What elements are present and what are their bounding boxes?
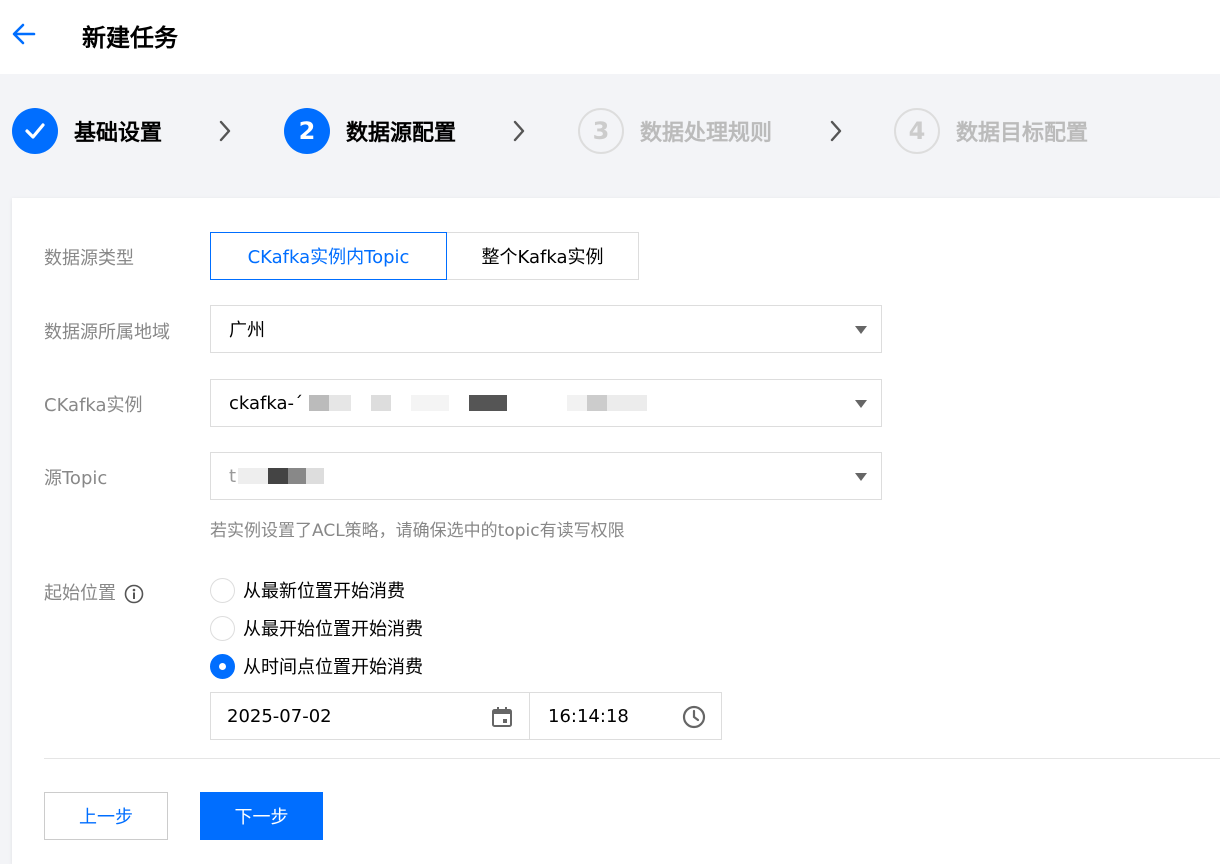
source-type-option-instance[interactable]: 整个Kafka实例 (447, 232, 639, 280)
source-type-label: 数据源类型 (44, 248, 134, 269)
info-icon[interactable] (124, 584, 144, 604)
calendar-icon (492, 707, 512, 727)
step-number: 4 (894, 108, 940, 154)
date-value: 2025-07-02 (227, 705, 332, 727)
source-type-segmented: CKafka实例内Topic 整个Kafka实例 (210, 232, 639, 280)
instance-select[interactable]: ckafka-´ (210, 379, 882, 427)
radio-latest[interactable]: 从最新位置开始消费 (210, 577, 405, 603)
instance-label: CKafka实例 (44, 395, 143, 416)
topic-value: t (229, 465, 237, 487)
chevron-right-icon (513, 120, 525, 142)
next-step-button[interactable]: 下一步 (200, 792, 323, 840)
step-processing-rules: 3 数据处理规则 (578, 108, 772, 154)
caret-down-icon (855, 400, 867, 408)
source-type-option-topic[interactable]: CKafka实例内Topic (210, 232, 447, 280)
redacted-text (238, 468, 325, 484)
page-header: 新建任务 (0, 0, 1220, 74)
radio-timestamp[interactable]: 从时间点位置开始消费 (210, 653, 423, 679)
radio-earliest[interactable]: 从最开始位置开始消费 (210, 615, 423, 641)
time-picker[interactable]: 16:14:18 (529, 692, 722, 740)
clock-icon (682, 705, 706, 729)
form-card: 数据源类型 CKafka实例内Topic 整个Kafka实例 数据源所属地域 广… (12, 198, 1220, 864)
step-label: 数据目标配置 (956, 121, 1089, 146)
radio-button[interactable] (210, 577, 235, 603)
step-label: 数据处理规则 (640, 121, 773, 146)
topic-select[interactable]: t (210, 452, 882, 500)
step-label: 基础设置 (74, 121, 163, 146)
redacted-text (309, 395, 648, 411)
chevron-right-icon (219, 120, 231, 142)
check-icon (12, 108, 58, 154)
step-number: 2 (284, 108, 330, 154)
region-label: 数据源所属地域 (44, 322, 170, 343)
previous-step-button[interactable]: 上一步 (44, 792, 168, 840)
chevron-right-icon (830, 120, 842, 142)
instance-value: ckafka-´ (229, 392, 304, 414)
step-number: 3 (578, 108, 624, 154)
step-basic-settings: 基础设置 (12, 108, 162, 154)
radio-label: 从时间点位置开始消费 (243, 657, 423, 678)
form-divider (44, 758, 1220, 759)
step-target-config: 4 数据目标配置 (894, 108, 1088, 154)
page-title: 新建任务 (82, 24, 178, 52)
radio-button-checked[interactable] (210, 653, 235, 679)
region-value: 广州 (229, 320, 265, 341)
topic-acl-hint: 若实例设置了ACL策略，请确保选中的topic有读写权限 (210, 521, 625, 541)
time-value: 16:14:18 (548, 705, 629, 727)
step-label: 数据源配置 (346, 121, 457, 146)
radio-button[interactable] (210, 615, 235, 641)
radio-label: 从最开始位置开始消费 (243, 619, 423, 640)
region-select[interactable]: 广州 (210, 305, 882, 353)
date-picker[interactable]: 2025-07-02 (210, 692, 530, 740)
back-arrow-icon[interactable] (10, 20, 38, 48)
caret-down-icon (855, 473, 867, 481)
caret-down-icon (855, 326, 867, 334)
radio-label: 从最新位置开始消费 (243, 581, 405, 602)
topic-label: 源Topic (44, 468, 108, 489)
start-position-label: 起始位置 (44, 579, 144, 605)
step-source-config: 2 数据源配置 (284, 108, 456, 154)
